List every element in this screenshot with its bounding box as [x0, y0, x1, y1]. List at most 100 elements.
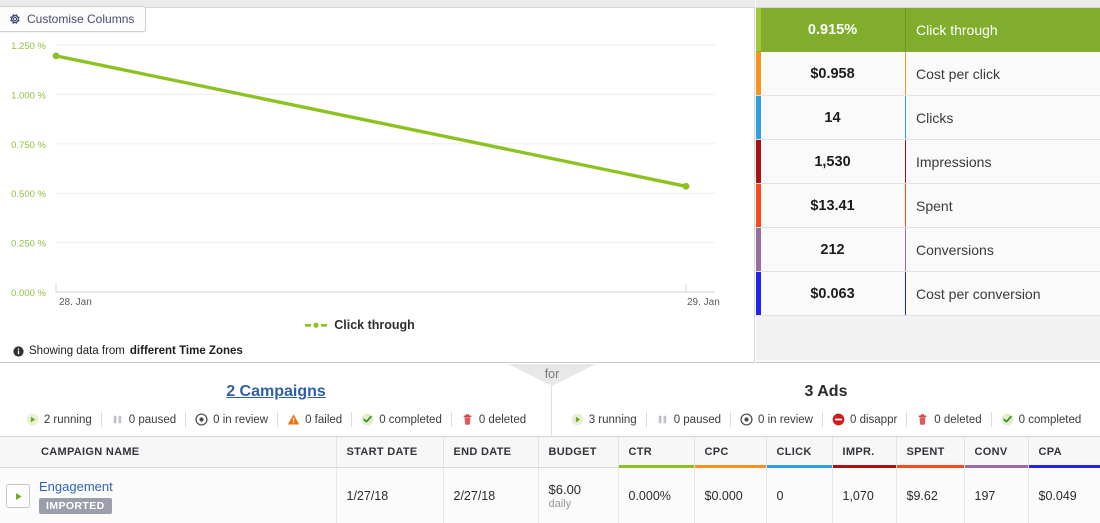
metrics-list: 0.915% Click through $0.958 Cost per click 1… — [756, 8, 1100, 316]
campaigns-link[interactable]: 2 Campaigns — [226, 383, 326, 400]
column-accent-underline — [964, 464, 1028, 468]
metric-value: 1,530 — [814, 153, 851, 170]
click-through-line-chart: 0.000 % 0.250 % 0.500 % 0.750 % 1.000 % 1.250… — [11, 41, 720, 308]
column-header-cpc[interactable]: CPC — [694, 437, 767, 468]
clock-icon — [740, 413, 753, 426]
cpc-cell: $0.000 — [694, 467, 767, 523]
column-header-label: CTR — [628, 445, 653, 458]
metric-row-impressions[interactable]: 1,530 Impressions — [756, 140, 1100, 184]
metric-value: 14 — [824, 109, 841, 126]
ad-status-deleted[interactable]: 0 deleted — [907, 412, 992, 427]
campaign-status-running[interactable]: 2 running — [17, 412, 102, 427]
column-header-label: IMPR. — [842, 445, 875, 458]
metric-label: Cost per conversion — [916, 285, 1041, 302]
column-header-campaign-name[interactable]: CAMPAIGN NAME — [0, 437, 337, 468]
column-header-spent[interactable]: SPENT — [896, 437, 965, 468]
column-accent-underline — [694, 464, 766, 468]
status-label: 0 paused — [673, 413, 722, 426]
metric-value: $0.063 — [810, 285, 855, 302]
status-label: 0 disappr — [849, 413, 898, 426]
campaign-status-paused[interactable]: 0 paused — [102, 412, 187, 427]
metrics-top-strip — [756, 0, 1100, 8]
status-label: 0 in review — [758, 413, 813, 426]
row-play-icon[interactable] — [6, 484, 30, 508]
campaigns-status-list: 2 running 0 paused 0 in review 0 failed 0 co… — [0, 412, 552, 427]
metric-row-cost-per-conversion[interactable]: $0.063 Cost per conversion — [756, 272, 1100, 316]
column-header-click[interactable]: CLICK — [766, 437, 833, 468]
column-header-label: BUDGET — [548, 445, 597, 458]
connector-label: for — [544, 367, 560, 381]
metric-label: Spent — [916, 197, 953, 214]
campaign-status-deleted[interactable]: 0 deleted — [452, 412, 535, 427]
column-header-cpa[interactable]: CPA — [1028, 437, 1100, 468]
campaigns-table-container: CAMPAIGN NAME START DATE END DATE BUDGET CTR… — [0, 436, 1100, 523]
table-body: Engagement IMPORTED 1/27/18 2/27/18 $6.00 dai… — [0, 467, 1100, 523]
column-header-budget[interactable]: BUDGET — [538, 437, 619, 468]
metric-value: 212 — [820, 241, 845, 258]
ads-title: 3 Ads — [552, 383, 1100, 401]
column-header-conv[interactable]: CONV — [964, 437, 1029, 468]
timezone-note-emphasis: different Time Zones — [129, 345, 243, 357]
check-icon — [361, 413, 374, 426]
end-date-cell: 2/27/18 — [443, 467, 539, 523]
status-label: 0 completed — [1018, 413, 1082, 426]
campaigns-table: CAMPAIGN NAME START DATE END DATE BUDGET CTR… — [0, 437, 1100, 523]
ad-status-disappr[interactable]: 0 disappr — [823, 412, 908, 427]
metrics-filler — [756, 316, 1100, 360]
metric-label: Clicks — [916, 109, 954, 126]
ad-status-running[interactable]: 3 running — [562, 412, 647, 427]
series-data-point[interactable] — [52, 52, 60, 60]
column-header-start-date[interactable]: START DATE — [336, 437, 444, 468]
cpa-cell: $0.049 — [1028, 467, 1100, 523]
status-label: 0 failed — [305, 413, 343, 426]
metric-row-spent[interactable]: $13.41 Spent — [756, 184, 1100, 228]
metric-value: 0.915% — [807, 21, 858, 38]
metric-row-clicks[interactable]: 14 Clicks — [756, 96, 1100, 140]
check-icon — [1001, 413, 1014, 426]
column-header-impr[interactable]: IMPR. — [832, 437, 897, 468]
column-accent-underline — [1028, 464, 1100, 468]
campaign-badge: IMPORTED — [39, 497, 112, 514]
y-axis-tick-label: 0.250 % — [11, 239, 46, 250]
chart-plot-area: 0.000 % 0.250 % 0.500 % 0.750 % 1.000 % 1.250… — [0, 30, 755, 310]
column-header-ctr[interactable]: CTR — [618, 437, 695, 468]
timezone-note: Showing data from different Time Zones — [13, 345, 243, 357]
metric-row-conversions[interactable]: 212 Conversions — [756, 228, 1100, 272]
impressions-cell: 1,070 — [832, 467, 897, 523]
pause-icon — [656, 413, 669, 426]
column-header-label: SPENT — [906, 445, 945, 458]
ad-status-completed[interactable]: 0 completed — [992, 412, 1091, 427]
budget-cell: $6.00 daily — [538, 467, 619, 523]
column-header-end-date[interactable]: END DATE — [443, 437, 539, 468]
trash-icon — [461, 413, 474, 426]
pause-icon — [111, 413, 124, 426]
ads-status-list: 3 running 0 paused 0 in review 0 disappr 0 d… — [552, 412, 1100, 427]
campaign-name-link[interactable]: Engagement — [39, 479, 113, 494]
series-line-click-through — [54, 54, 688, 188]
budget-amount: $6.00 — [548, 481, 582, 497]
overview-section: Customise Columns 0.000 % 0.250 % 0.500 % 0… — [0, 0, 1100, 363]
clock-icon — [195, 413, 208, 426]
info-icon — [13, 345, 24, 357]
status-label: 0 paused — [128, 413, 177, 426]
metric-row-cost-per-click[interactable]: $0.958 Cost per click — [756, 52, 1100, 96]
campaign-status-completed[interactable]: 0 completed — [352, 412, 452, 427]
customise-columns-label: Customise Columns — [27, 12, 135, 26]
table-row[interactable]: Engagement IMPORTED 1/27/18 2/27/18 $6.00 dai… — [0, 467, 1100, 523]
metric-label: Click through — [916, 21, 998, 38]
series-data-point[interactable] — [682, 182, 690, 190]
y-axis-tick-label: 1.000 % — [11, 90, 46, 101]
customise-columns-button[interactable]: Customise Columns — [0, 6, 147, 32]
ad-status-in-review[interactable]: 0 in review — [731, 412, 823, 427]
column-header-label: CPC — [704, 445, 729, 458]
metric-row-click-through[interactable]: 0.915% Click through — [756, 8, 1100, 52]
ad-status-paused[interactable]: 0 paused — [647, 412, 732, 427]
play-icon — [26, 413, 39, 426]
campaign-status-failed[interactable]: 0 failed — [278, 412, 353, 427]
status-label: 3 running — [588, 413, 637, 426]
metrics-panel: 0.915% Click through $0.958 Cost per click 1… — [756, 0, 1100, 363]
column-accent-underline — [832, 464, 896, 468]
conversions-cell: 197 — [964, 467, 1029, 523]
campaign-status-in-review[interactable]: 0 in review — [186, 412, 279, 427]
column-header-label: CPA — [1038, 445, 1062, 458]
